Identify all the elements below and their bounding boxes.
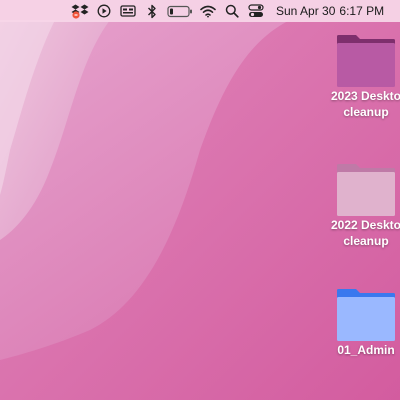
wifi-icon[interactable] [196, 0, 220, 22]
menubar-date[interactable]: Sun Apr 30 [276, 4, 335, 18]
folder-label: 01_Admin [337, 343, 395, 357]
battery-icon[interactable] [164, 0, 196, 22]
folder-label: cleanup [343, 234, 389, 248]
folder-label: cleanup [343, 105, 389, 119]
search-icon[interactable] [220, 0, 244, 22]
folder-icon [337, 35, 395, 87]
desktop-folder-2023-desktop-cleanup[interactable]: 2023 Deskto cleanup [320, 34, 400, 120]
folder-label: 2023 Deskto [330, 89, 400, 103]
play-circle-icon[interactable] [92, 0, 116, 22]
folder-icon [337, 289, 395, 341]
folder-label: 2022 Deskto [330, 218, 400, 232]
desktop-folder-01-admin[interactable]: 01_Admin [320, 288, 400, 358]
menu-bar: Sun Apr 30 6:17 PM [0, 0, 400, 22]
desktop-folder-2022-desktop-cleanup[interactable]: 2022 Deskto cleanup [320, 163, 400, 249]
dropbox-icon[interactable] [68, 0, 92, 22]
control-center-icon[interactable] [244, 0, 268, 22]
folder-icon [337, 164, 395, 216]
screen-mirroring-icon[interactable] [116, 0, 140, 22]
menubar-time[interactable]: 6:17 PM [339, 4, 384, 18]
bluetooth-icon[interactable] [140, 0, 164, 22]
